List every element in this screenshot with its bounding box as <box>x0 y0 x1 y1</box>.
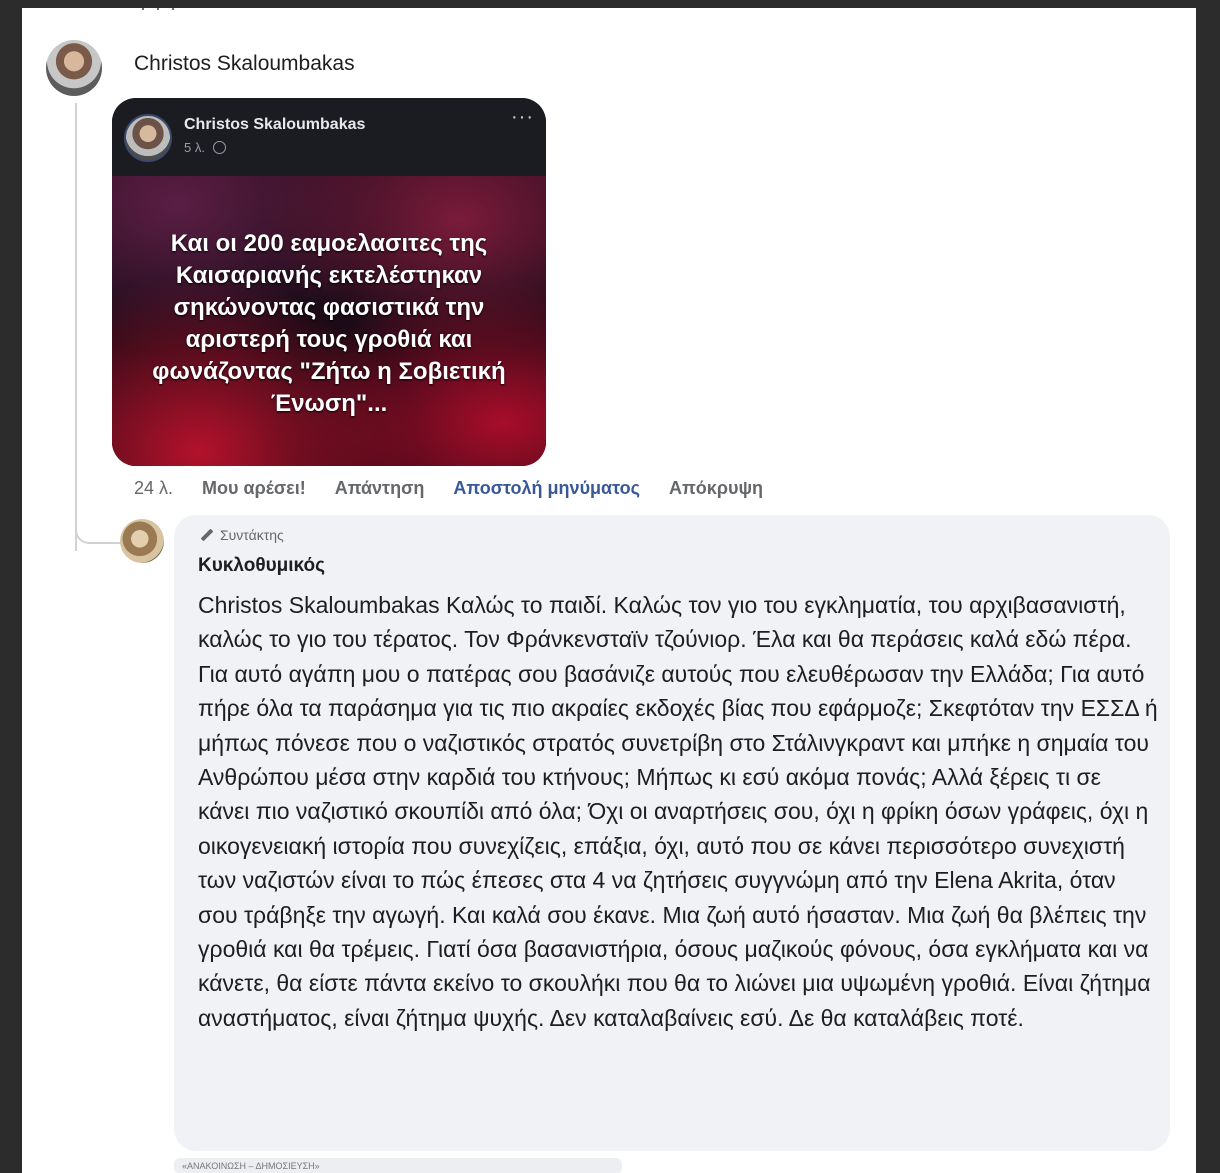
shared-post-header: Christos Skaloumbakas 5 λ. ··· <box>112 98 546 176</box>
comment-author[interactable]: Christos Skaloumbakas <box>134 52 355 76</box>
hide-button[interactable]: Απόκρυψη <box>669 478 763 498</box>
author-badge-label: Συντάκτης <box>220 527 284 543</box>
cropped-text-fragment: · · · <box>140 8 178 18</box>
author-badge: Συντάκτης <box>200 527 284 543</box>
comment-time[interactable]: 24 λ. <box>134 478 173 498</box>
shared-post-author[interactable]: Christos Skaloumbakas <box>184 116 365 134</box>
shared-post-card[interactable]: Christos Skaloumbakas 5 λ. ··· Και οι 20… <box>112 98 546 466</box>
reply-button[interactable]: Απάντηση <box>335 478 425 498</box>
shared-post-avatar[interactable] <box>124 114 172 162</box>
comment-actions: 24 λ. Μου αρέσει! Απάντηση Αποστολή μηνύ… <box>134 478 787 499</box>
cropped-attachment-preview: «ΑΝΑΚΟΙΝΩΣΗ – ΔΗΜΟΣΙΕΥΣΗ» <box>174 1158 622 1173</box>
thread-connector <box>75 508 125 544</box>
avatar[interactable] <box>46 40 102 96</box>
globe-icon <box>212 141 226 154</box>
shared-post-time[interactable]: 5 λ. <box>184 140 205 155</box>
reply-text: Christos Skaloumbakas Καλώς το παιδί. Κα… <box>198 592 1158 1031</box>
send-message-button[interactable]: Αποστολή μηνύματος <box>453 478 640 498</box>
more-options-icon[interactable]: ··· <box>511 106 534 129</box>
thread-line <box>75 103 77 551</box>
like-button[interactable]: Μου αρέσει! <box>202 478 306 498</box>
pencil-icon <box>200 528 214 542</box>
shared-post-text: Και οι 200 εαμοελασιτες της Καισαριανής … <box>152 230 506 417</box>
reply-bubble: Συντάκτης Κυκλοθυμικός Christos Skaloumb… <box>174 515 1170 1151</box>
shared-post-image: Και οι 200 εαμοελασιτες της Καισαριανής … <box>112 176 546 466</box>
reply-avatar[interactable] <box>120 519 164 563</box>
shared-post-meta: 5 λ. <box>184 140 226 155</box>
screenshot-sheet: · · · Christos Skaloumbakas Christos Ska… <box>22 8 1196 1173</box>
reply-author[interactable]: Κυκλοθυμικός <box>198 555 325 577</box>
